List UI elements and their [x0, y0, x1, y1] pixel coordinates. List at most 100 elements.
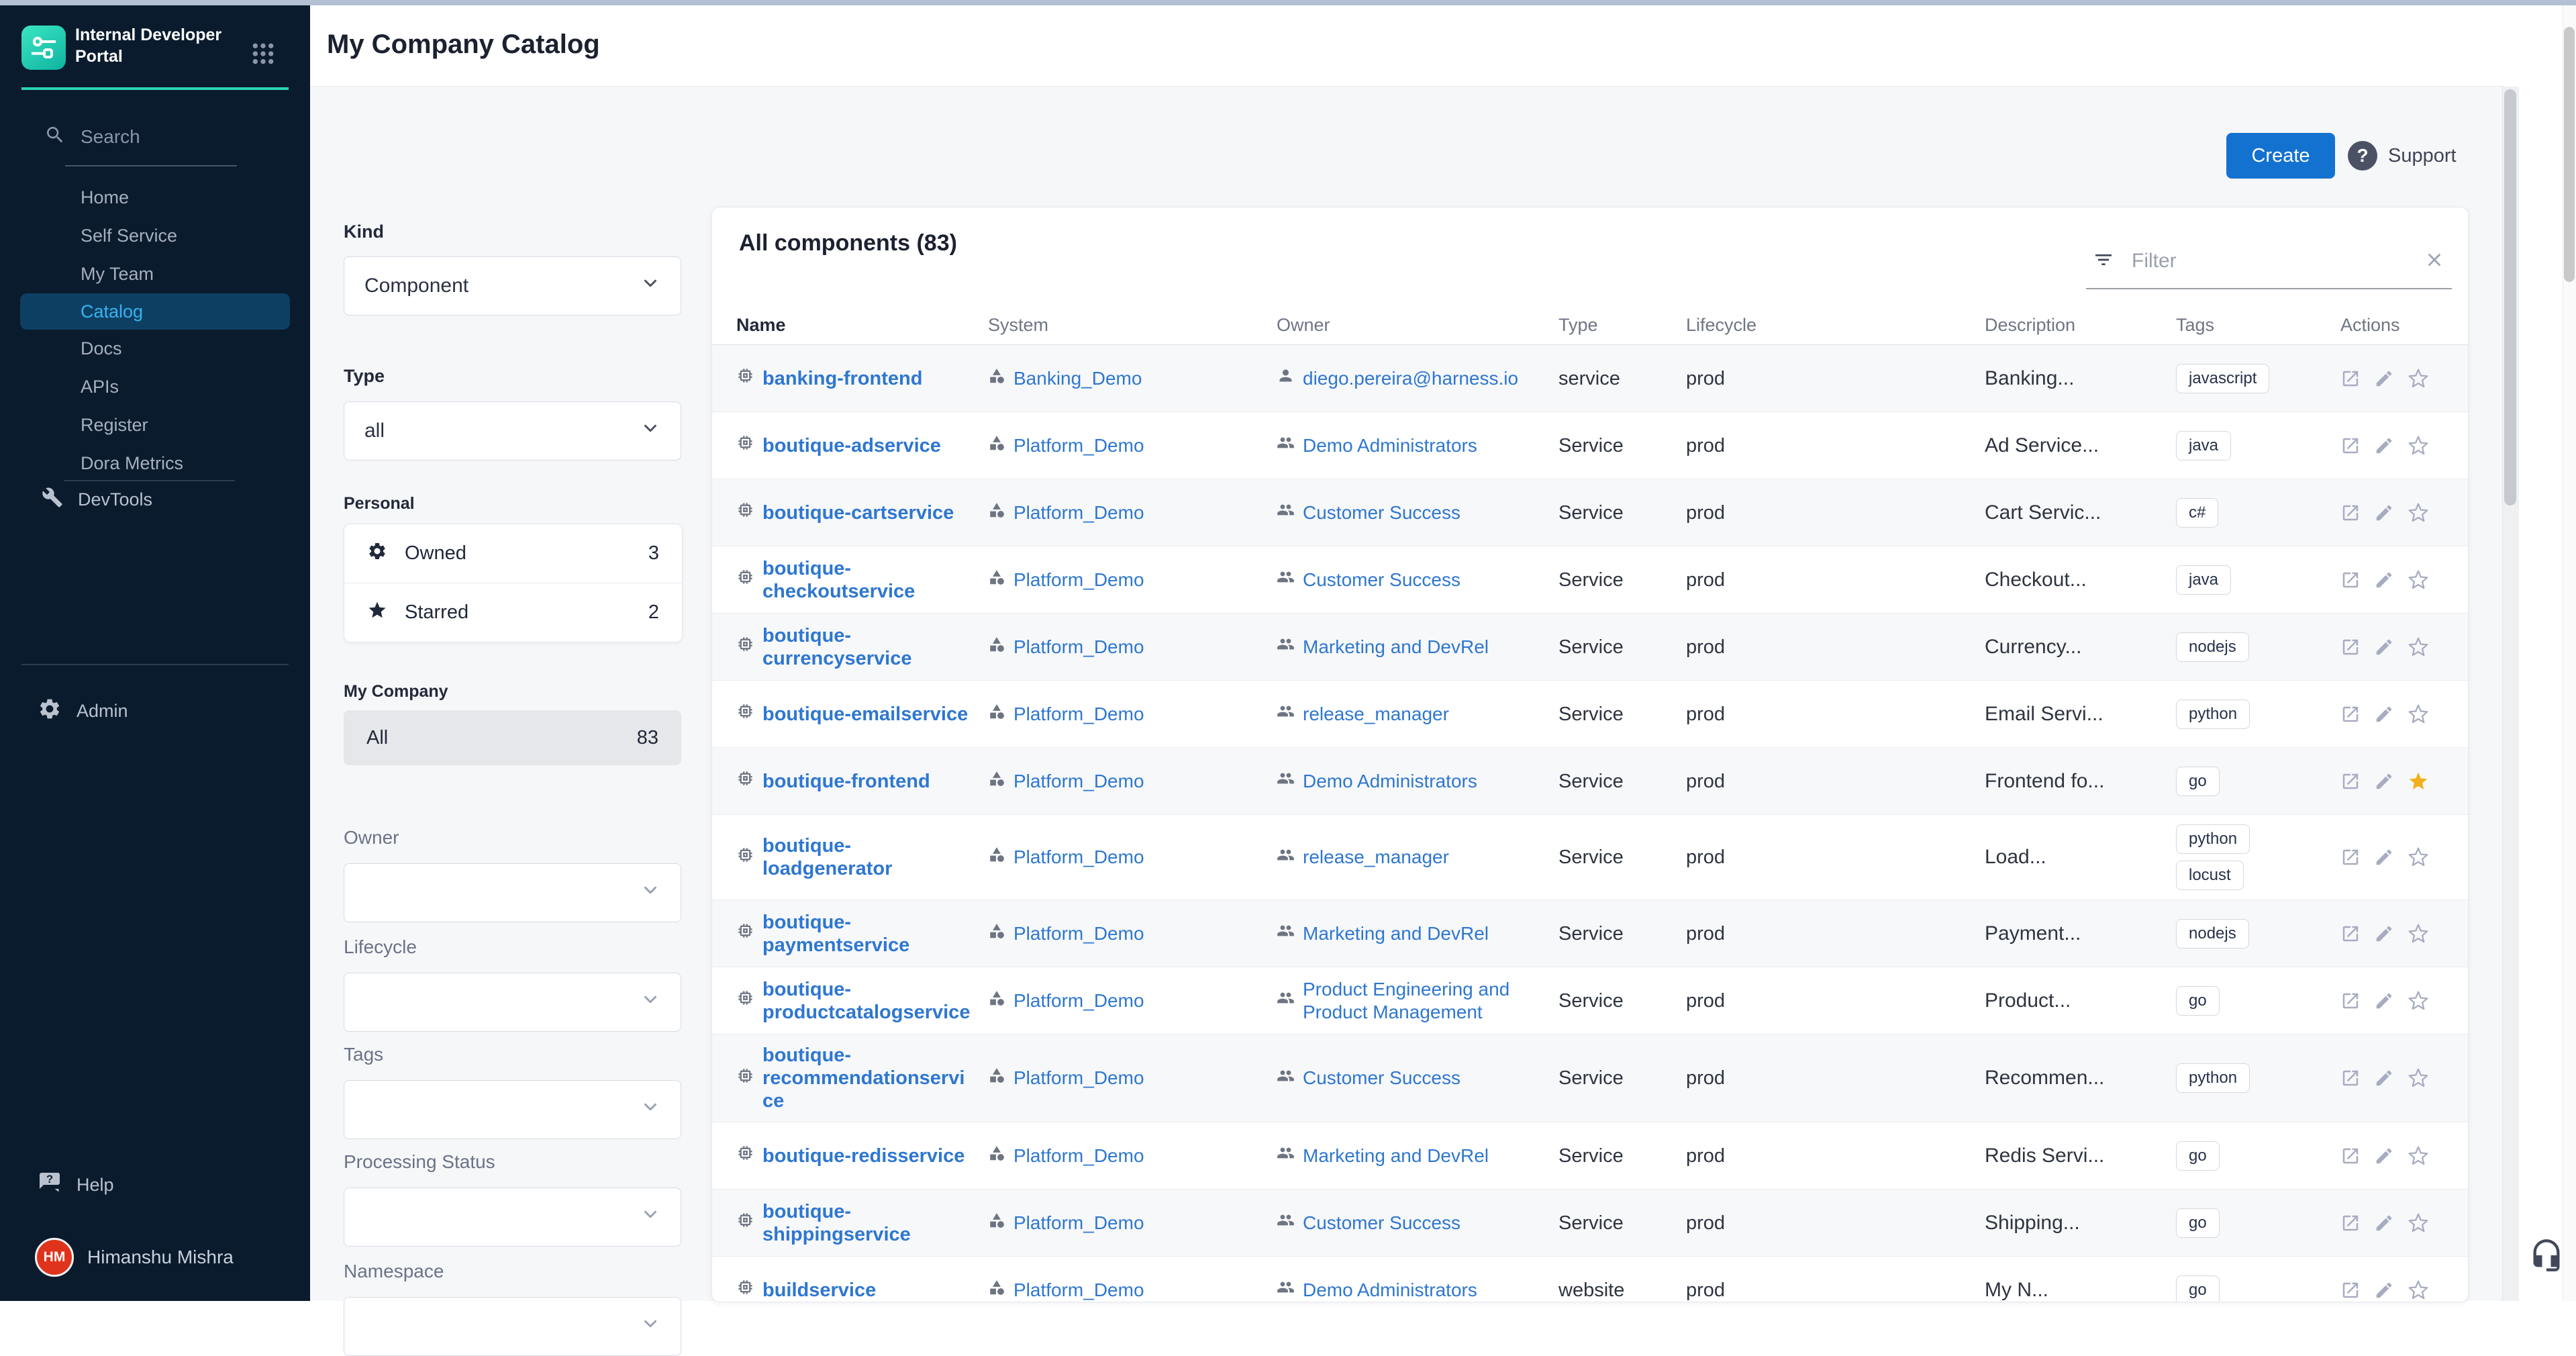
system-link[interactable]: Banking_Demo: [988, 367, 1260, 390]
star-icon[interactable]: [2408, 1279, 2429, 1301]
column-header-owner[interactable]: Owner: [1277, 315, 1558, 336]
open-in-new-icon[interactable]: [2340, 1146, 2361, 1166]
open-in-new-icon[interactable]: [2340, 369, 2361, 389]
starred-filter-item[interactable]: Starred 2: [344, 583, 682, 642]
open-in-new-icon[interactable]: [2340, 1280, 2361, 1300]
sidebar-item-admin[interactable]: Admin: [38, 692, 279, 730]
star-icon[interactable]: [2408, 1067, 2429, 1089]
edit-icon[interactable]: [2374, 847, 2394, 867]
edit-icon[interactable]: [2374, 1068, 2394, 1088]
owner-link[interactable]: Customer Success: [1277, 501, 1542, 524]
assistant-headset-button[interactable]: [2529, 1238, 2564, 1273]
component-name-link[interactable]: boutique-cartservice: [736, 501, 972, 524]
star-icon[interactable]: [2408, 1212, 2429, 1234]
sidebar-item-apis[interactable]: APIs: [0, 368, 310, 406]
star-icon[interactable]: [2408, 846, 2429, 868]
owner-link[interactable]: Customer Success: [1277, 1211, 1542, 1234]
edit-icon[interactable]: [2374, 637, 2394, 657]
create-button[interactable]: Create: [2226, 133, 2335, 179]
system-link[interactable]: Platform_Demo: [988, 989, 1260, 1012]
component-name-link[interactable]: boutique-adservice: [736, 434, 972, 457]
column-header-actions[interactable]: Actions: [2340, 315, 2455, 336]
owner-link[interactable]: release_manager: [1277, 846, 1542, 869]
processing-status-select[interactable]: [344, 1188, 681, 1247]
system-link[interactable]: Platform_Demo: [988, 1145, 1260, 1167]
system-link[interactable]: Platform_Demo: [988, 922, 1260, 945]
owner-link[interactable]: Customer Success: [1277, 1067, 1542, 1090]
edit-icon[interactable]: [2374, 436, 2394, 456]
open-in-new-icon[interactable]: [2340, 503, 2361, 523]
close-icon[interactable]: [2424, 249, 2445, 274]
column-header-system[interactable]: System: [988, 315, 1277, 336]
edit-icon[interactable]: [2374, 704, 2394, 724]
edit-icon[interactable]: [2374, 369, 2394, 389]
type-filter-select[interactable]: all: [344, 401, 681, 461]
column-header-tags[interactable]: Tags: [2176, 315, 2340, 336]
sidebar-item-home[interactable]: Home: [0, 179, 310, 217]
owner-link[interactable]: Demo Administrators: [1277, 434, 1542, 457]
component-name-link[interactable]: boutique-shippingservice: [736, 1200, 972, 1246]
owner-link[interactable]: Marketing and DevRel: [1277, 922, 1542, 945]
component-name-link[interactable]: boutique-paymentservice: [736, 911, 972, 957]
star-icon[interactable]: [2408, 502, 2429, 524]
star-icon[interactable]: [2408, 636, 2429, 658]
open-in-new-icon[interactable]: [2340, 1213, 2361, 1233]
open-in-new-icon[interactable]: [2340, 1068, 2361, 1088]
column-header-description[interactable]: Description: [1985, 315, 2176, 336]
open-in-new-icon[interactable]: [2340, 436, 2361, 456]
system-link[interactable]: Platform_Demo: [988, 1067, 1260, 1089]
owner-link[interactable]: Demo Administrators: [1277, 769, 1542, 793]
star-icon[interactable]: [2408, 1145, 2429, 1167]
owner-select[interactable]: [344, 863, 681, 922]
tags-select[interactable]: [344, 1080, 681, 1139]
star-icon[interactable]: [2408, 368, 2429, 389]
open-in-new-icon[interactable]: [2340, 704, 2361, 724]
star-icon[interactable]: [2408, 569, 2429, 591]
system-link[interactable]: Platform_Demo: [988, 703, 1260, 726]
open-in-new-icon[interactable]: [2340, 847, 2361, 867]
owner-link[interactable]: diego.pereira@harness.io: [1277, 367, 1542, 390]
open-in-new-icon[interactable]: [2340, 637, 2361, 657]
owner-link[interactable]: Marketing and DevRel: [1277, 1144, 1542, 1167]
table-filter-input[interactable]: [2130, 249, 2408, 273]
sidebar-item-my-team[interactable]: My Team: [0, 255, 310, 293]
support-button[interactable]: Support: [2348, 138, 2457, 173]
edit-icon[interactable]: [2374, 1280, 2394, 1300]
star-icon[interactable]: [2408, 435, 2429, 456]
component-name-link[interactable]: boutique-checkoutservice: [736, 557, 972, 603]
component-name-link[interactable]: boutique-redisservice: [736, 1144, 972, 1167]
star-icon[interactable]: [2408, 923, 2429, 945]
edit-icon[interactable]: [2374, 570, 2394, 590]
component-name-link[interactable]: boutique-frontend: [736, 769, 972, 793]
system-link[interactable]: Platform_Demo: [988, 846, 1260, 869]
system-link[interactable]: Platform_Demo: [988, 1212, 1260, 1234]
system-link[interactable]: Platform_Demo: [988, 501, 1260, 524]
system-link[interactable]: Platform_Demo: [988, 434, 1260, 457]
owner-link[interactable]: Marketing and DevRel: [1277, 635, 1542, 659]
edit-icon[interactable]: [2374, 1146, 2394, 1166]
owner-link[interactable]: release_manager: [1277, 702, 1542, 726]
lifecycle-select[interactable]: [344, 973, 681, 1032]
app-switcher-icon[interactable]: [250, 40, 277, 67]
component-name-link[interactable]: banking-frontend: [736, 367, 972, 390]
owner-link[interactable]: Product Engineering and Product Manageme…: [1277, 978, 1542, 1024]
open-in-new-icon[interactable]: [2340, 991, 2361, 1011]
edit-icon[interactable]: [2374, 771, 2394, 791]
column-header-name[interactable]: Name: [736, 315, 988, 336]
star-icon[interactable]: [2408, 990, 2429, 1012]
sidebar-item-register[interactable]: Register: [0, 406, 310, 444]
column-header-type[interactable]: Type: [1558, 315, 1686, 336]
sidebar-item-docs[interactable]: Docs: [0, 330, 310, 368]
kind-filter-select[interactable]: Component: [344, 256, 681, 316]
namespace-select[interactable]: [344, 1297, 681, 1356]
sidebar-item-devtools[interactable]: DevTools: [42, 481, 283, 519]
open-in-new-icon[interactable]: [2340, 771, 2361, 791]
sidebar-item-dora-metrics[interactable]: Dora Metrics: [0, 444, 310, 483]
window-scrollbar-thumb[interactable]: [2564, 27, 2575, 282]
edit-icon[interactable]: [2374, 991, 2394, 1011]
component-name-link[interactable]: boutique-recommendationservice: [736, 1044, 972, 1112]
component-name-link[interactable]: boutique-emailservice: [736, 702, 972, 726]
system-link[interactable]: Platform_Demo: [988, 770, 1260, 793]
system-link[interactable]: Platform_Demo: [988, 569, 1260, 591]
system-link[interactable]: Platform_Demo: [988, 636, 1260, 659]
